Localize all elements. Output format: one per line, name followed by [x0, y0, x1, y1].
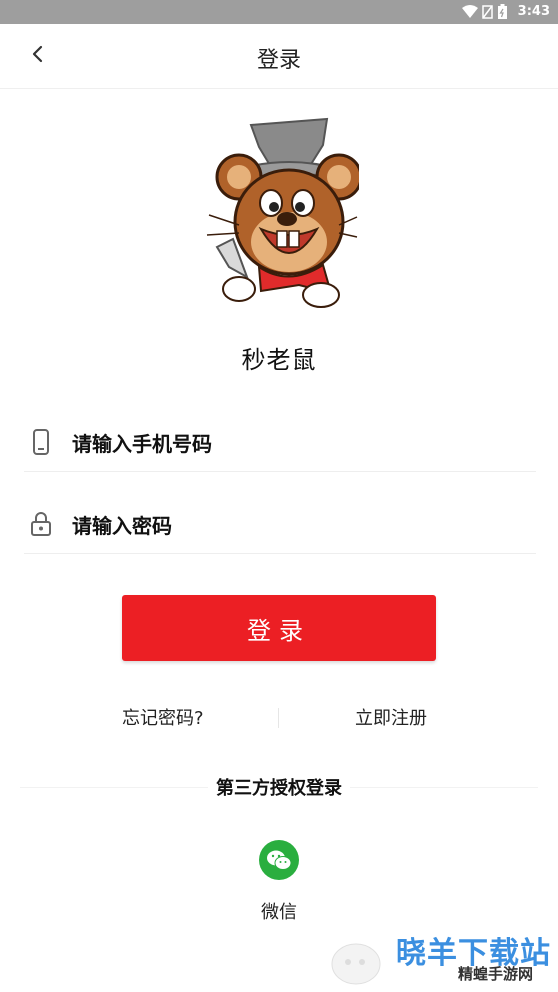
- sim-icon: [482, 5, 493, 19]
- link-divider: [278, 708, 279, 728]
- forgot-password-link[interactable]: 忘记密码?: [122, 704, 204, 730]
- password-input[interactable]: [70, 507, 514, 545]
- app-logo: [199, 117, 363, 317]
- wechat-login-button[interactable]: [259, 840, 299, 880]
- password-field: [24, 497, 536, 554]
- status-time: 3:43: [517, 4, 550, 19]
- third-party-title-text: 第三方授权登录: [208, 778, 350, 799]
- lock-icon: [31, 512, 51, 536]
- wechat-label: 微信: [261, 902, 297, 923]
- wechat-icon: [267, 850, 292, 870]
- app-name: 秒老鼠: [241, 346, 317, 374]
- phone-icon: [33, 429, 49, 455]
- third-party-title: 第三方授权登录: [0, 774, 558, 800]
- mouse-mascot-logo: [206, 117, 363, 308]
- phone-input[interactable]: [70, 425, 514, 463]
- phone-field: [24, 415, 536, 472]
- watermark: 晓羊下载站 精蝗手游网: [322, 926, 558, 992]
- nav-bar: 登录: [0, 24, 558, 89]
- sheep-logo-icon: [331, 943, 381, 985]
- battery-icon: [498, 4, 507, 19]
- watermark-sub: 精蝗手游网: [458, 965, 534, 983]
- page-title: 登录: [256, 48, 301, 73]
- status-bar: 3:43: [0, 0, 558, 24]
- register-link[interactable]: 立即注册: [355, 704, 427, 730]
- status-icons: [462, 4, 507, 19]
- login-button[interactable]: 登录: [122, 595, 436, 661]
- wifi-icon: [462, 5, 478, 18]
